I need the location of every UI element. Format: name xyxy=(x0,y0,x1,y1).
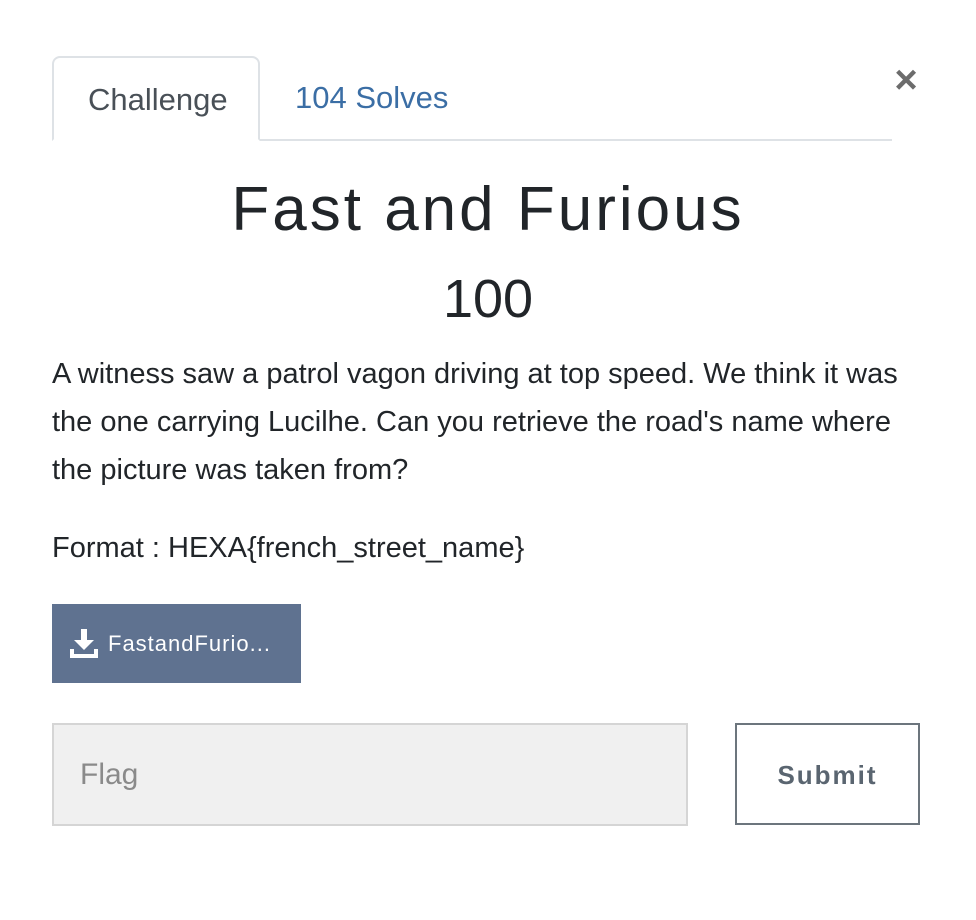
challenge-title: Fast and Furious xyxy=(231,175,745,244)
tab-solves[interactable]: 104 Solves xyxy=(261,56,482,139)
download-file-button[interactable]: FastandFurio... xyxy=(52,604,301,683)
challenge-points: 100 xyxy=(442,269,534,329)
close-icon[interactable]: × xyxy=(888,60,924,100)
tab-challenge[interactable]: Challenge xyxy=(52,56,260,141)
submit-button[interactable]: Submit xyxy=(735,723,920,825)
flag-input[interactable] xyxy=(52,723,688,826)
tab-bar: Challenge 104 Solves xyxy=(52,56,892,141)
file-name-label: FastandFurio... xyxy=(108,630,271,656)
download-icon xyxy=(70,628,98,659)
challenge-modal: Challenge 104 Solves × Fast and Furious … xyxy=(0,0,976,920)
challenge-description: A witness saw a patrol vagon driving at … xyxy=(52,358,898,486)
flag-format-text: Format : HEXA{french_street_name} xyxy=(52,532,525,564)
